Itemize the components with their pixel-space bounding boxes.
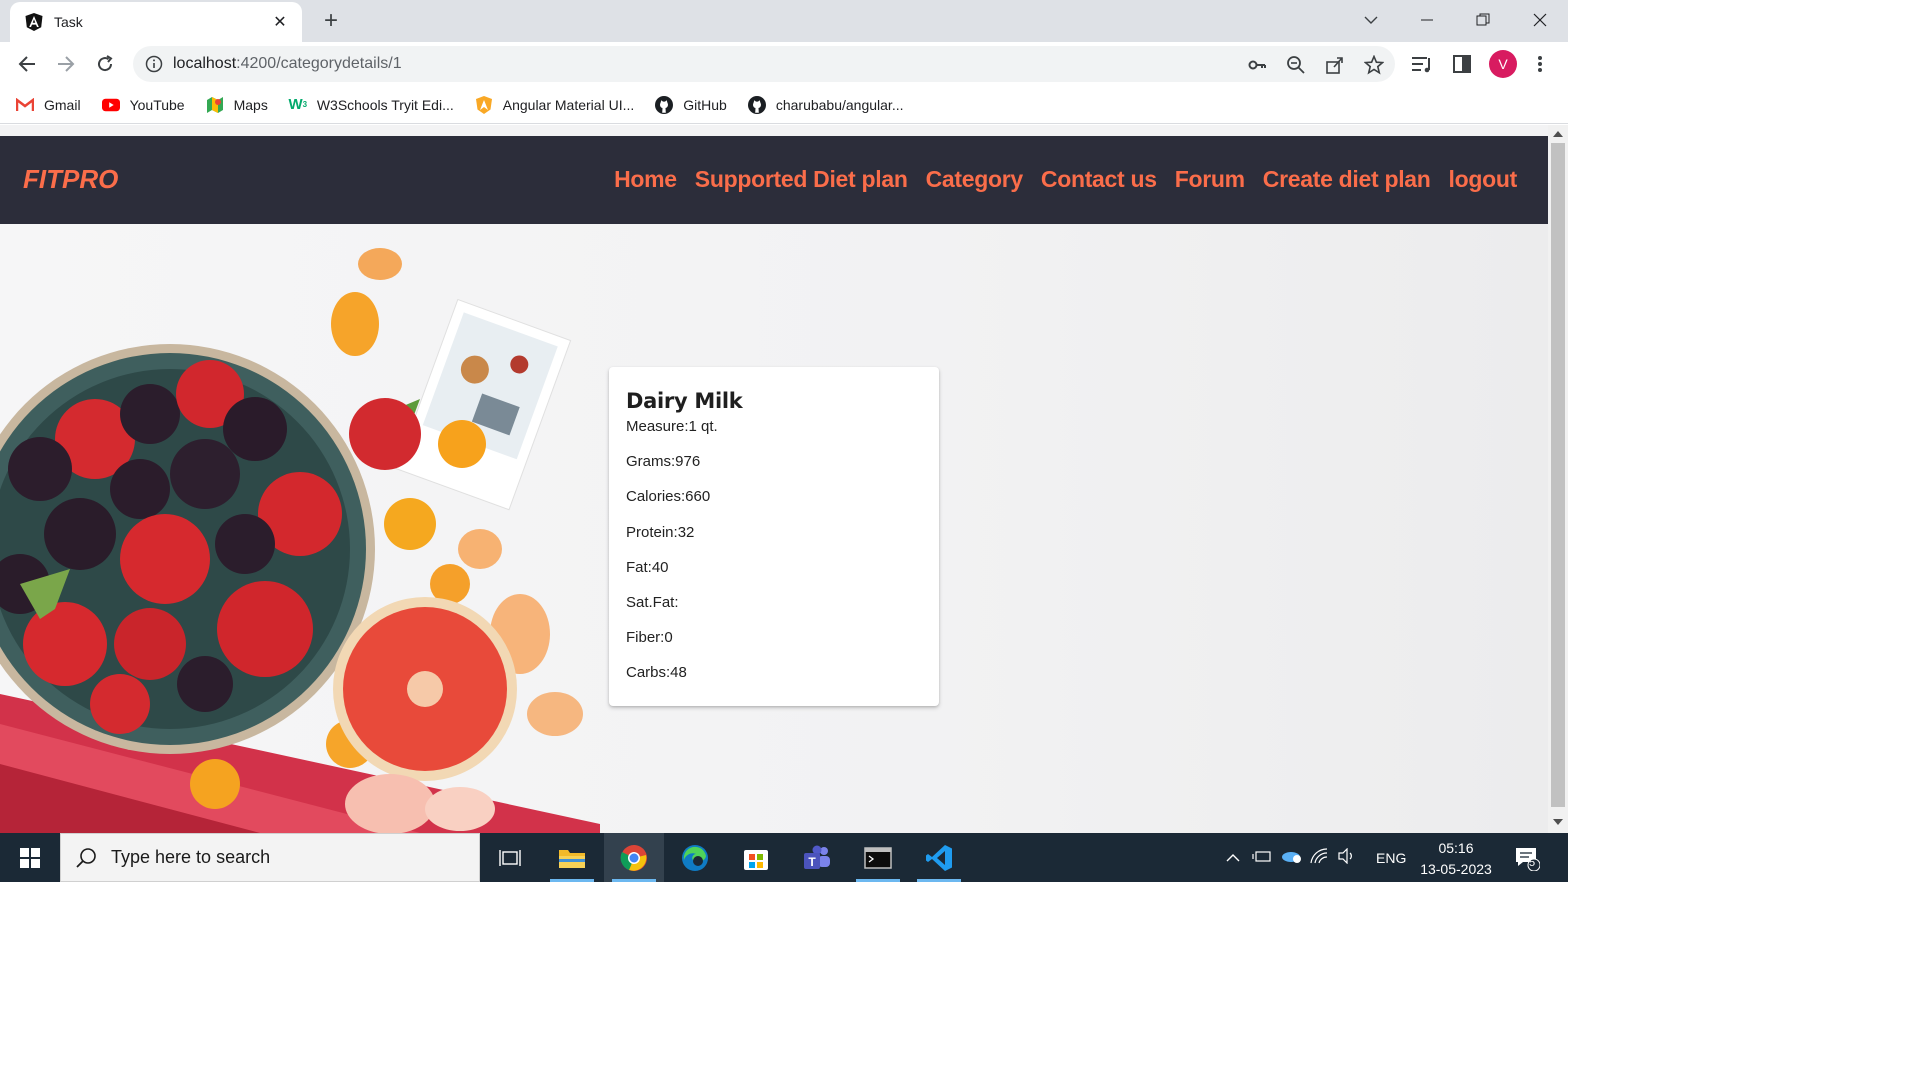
more-menu-icon[interactable]	[1528, 52, 1552, 76]
tab-title: Task	[54, 14, 83, 30]
fat-row: Fat:40	[626, 558, 669, 576]
bookmark-github[interactable]: GitHub	[655, 95, 727, 114]
nav-logout[interactable]: logout	[1449, 166, 1518, 193]
youtube-icon	[101, 96, 120, 114]
bookmark-charubabu[interactable]: charubabu/angular...	[747, 95, 903, 114]
nav-home[interactable]: Home	[614, 166, 677, 193]
site-info-icon[interactable]	[145, 55, 163, 73]
fruit-bowl-image	[0, 248, 600, 833]
clock-time: 05:16	[1438, 840, 1474, 856]
system-tray: ENG	[1224, 833, 1406, 882]
windows-taskbar: Type here to search T ENG 05:16 13-05-20…	[0, 833, 1568, 882]
profile-avatar[interactable]: V	[1489, 50, 1517, 78]
nav-contact-us[interactable]: Contact us	[1041, 166, 1157, 193]
angular-icon	[25, 13, 43, 31]
close-tab-icon[interactable]: ✕	[270, 12, 290, 32]
github-icon	[655, 95, 674, 114]
maps-icon	[206, 96, 224, 114]
bookmark-w3schools[interactable]: W3 W3Schools Tryit Edi...	[289, 96, 454, 114]
onedrive-icon[interactable]	[1280, 848, 1302, 867]
svg-text:T: T	[808, 855, 816, 869]
system-clock[interactable]: 05:16 13-05-2023	[1410, 838, 1502, 880]
tab-search-icon[interactable]	[1343, 0, 1399, 40]
notification-center-icon[interactable]: 5	[1514, 833, 1540, 882]
new-tab-icon[interactable]: +	[318, 9, 344, 35]
page-scrollbar[interactable]	[1548, 125, 1568, 833]
nav-forum[interactable]: Forum	[1175, 166, 1245, 193]
chrome-icon[interactable]	[604, 833, 664, 882]
back-icon[interactable]	[13, 50, 41, 78]
reload-icon[interactable]	[91, 50, 119, 78]
scrollbar-thumb[interactable]	[1551, 143, 1565, 807]
bookmark-maps[interactable]: Maps	[206, 96, 268, 114]
chevron-up-icon[interactable]	[1224, 853, 1242, 863]
protein-row: Protein:32	[626, 523, 695, 541]
microsoft-store-icon[interactable]	[726, 833, 786, 882]
search-icon	[76, 847, 96, 868]
food-title: Dairy Milk	[626, 389, 743, 413]
grams-row: Grams:976	[626, 453, 701, 471]
restore-icon[interactable]	[1455, 0, 1511, 40]
gmail-icon	[16, 96, 34, 114]
bookmark-star-icon[interactable]	[1364, 55, 1384, 75]
browser-tab[interactable]: Task ✕	[10, 2, 302, 42]
share-icon[interactable]	[1325, 55, 1345, 75]
clock-date: 13-05-2023	[1420, 861, 1492, 877]
side-panel-icon[interactable]	[1450, 52, 1474, 76]
nav-supported-diet-plan[interactable]: Supported Diet plan	[695, 166, 908, 193]
minimize-icon[interactable]	[1399, 0, 1455, 40]
nav-links: Home Supported Diet plan Category Contac…	[596, 166, 1517, 193]
bookmark-gmail[interactable]: Gmail	[16, 96, 81, 114]
reading-list-icon[interactable]	[1410, 52, 1434, 76]
task-view-icon[interactable]	[480, 833, 540, 882]
file-explorer-icon[interactable]	[542, 833, 602, 882]
bookmarks-bar: Gmail YouTube Maps W3 W3Schools Tryit Ed…	[0, 86, 1568, 124]
calories-row: Calories:660	[626, 488, 711, 506]
brand-logo[interactable]: FITPRO	[23, 164, 118, 195]
browser-toolbar: localhost:4200/categorydetails/1 V	[0, 42, 1568, 86]
angular-material-icon	[475, 95, 493, 114]
scroll-down-icon[interactable]	[1553, 819, 1563, 825]
close-window-icon[interactable]	[1512, 0, 1568, 40]
wifi-icon[interactable]	[1310, 848, 1328, 867]
forward-icon[interactable]	[52, 50, 80, 78]
nav-category[interactable]: Category	[926, 166, 1024, 193]
notification-count: 5	[1529, 857, 1536, 869]
nav-create-diet-plan[interactable]: Create diet plan	[1263, 166, 1431, 193]
url-text[interactable]: localhost:4200/categorydetails/1	[173, 55, 402, 73]
scroll-up-icon[interactable]	[1553, 131, 1563, 137]
teams-icon[interactable]: T	[787, 833, 847, 882]
address-bar[interactable]: localhost:4200/categorydetails/1	[133, 46, 1395, 82]
language-indicator[interactable]: ENG	[1376, 850, 1406, 866]
windows-start-icon[interactable]	[0, 833, 60, 882]
food-detail-card: Dairy Milk Measure:1 qt. Grams:976 Calor…	[609, 367, 939, 706]
github-icon	[747, 95, 766, 114]
page-viewport: FITPRO Home Supported Diet plan Category…	[0, 125, 1548, 833]
carbs-row: Carbs:48	[626, 664, 687, 682]
bookmark-angular-material[interactable]: Angular Material UI...	[475, 95, 634, 114]
measure-row: Measure:1 qt.	[626, 418, 718, 435]
edge-icon[interactable]	[665, 833, 725, 882]
terminal-icon[interactable]	[848, 833, 908, 882]
tab-strip: Task ✕ +	[0, 0, 1568, 42]
w3schools-icon: W3	[288, 96, 308, 113]
taskbar-search[interactable]: Type here to search	[60, 833, 480, 882]
vscode-icon[interactable]	[909, 833, 969, 882]
fiber-row: Fiber:0	[626, 629, 673, 647]
battery-icon[interactable]	[1252, 849, 1272, 866]
bookmark-youtube[interactable]: YouTube	[101, 96, 185, 114]
sat-fat-row: Sat.Fat:	[626, 593, 679, 611]
zoom-icon[interactable]	[1286, 55, 1306, 75]
top-navbar: FITPRO Home Supported Diet plan Category…	[0, 136, 1548, 224]
volume-icon[interactable]	[1338, 847, 1356, 867]
password-key-icon[interactable]	[1247, 55, 1267, 75]
